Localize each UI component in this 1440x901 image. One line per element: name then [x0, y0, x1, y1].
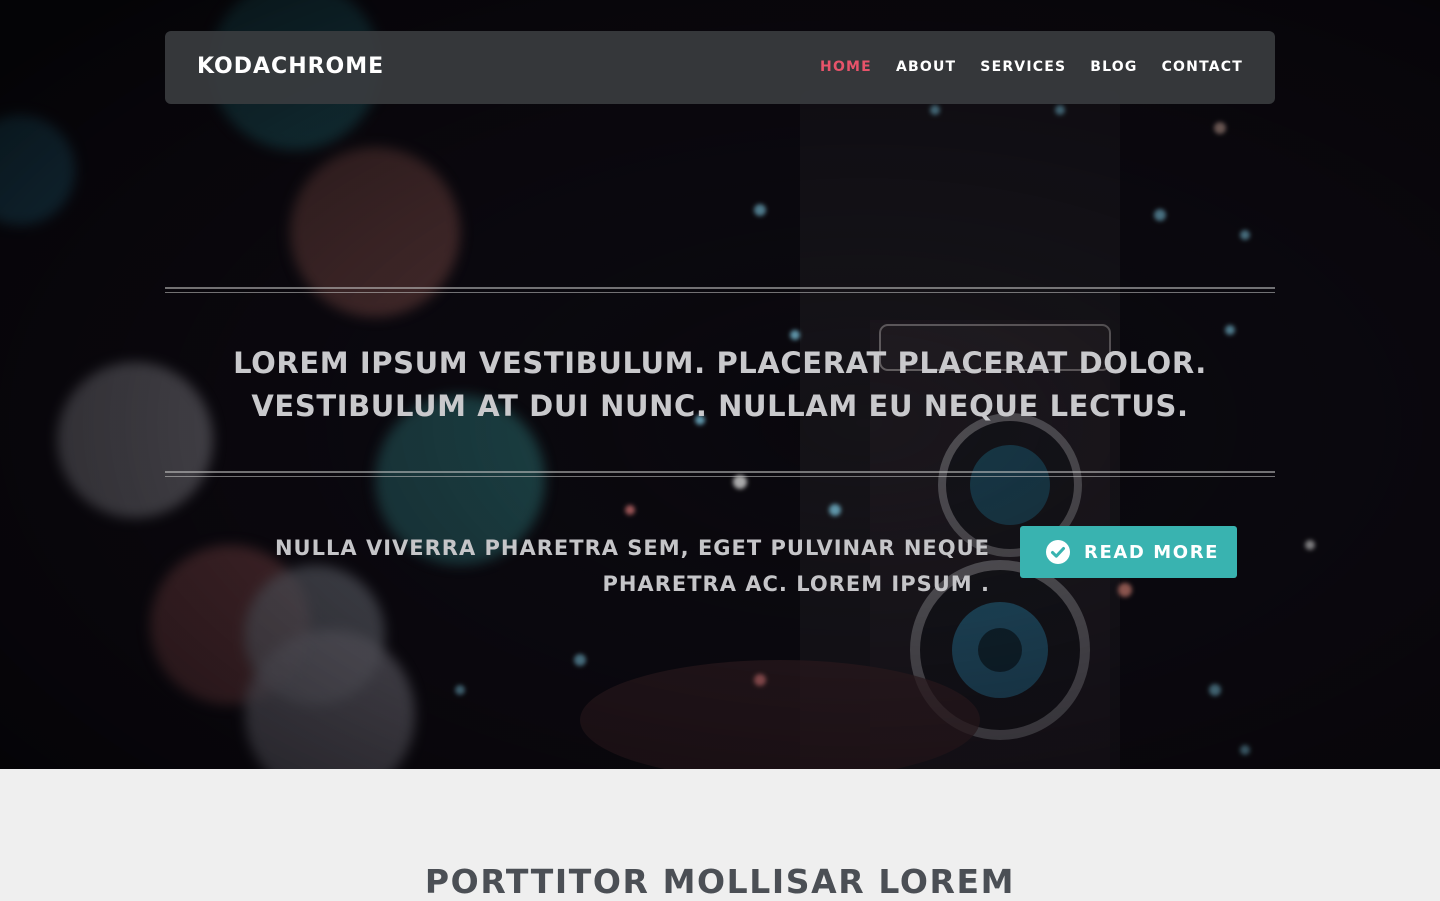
- hero-subtext-line1: NULLA VIVERRA PHARETRA SEM, EGET PULVINA…: [274, 536, 990, 560]
- divider-bottom: [165, 471, 1275, 477]
- hero-subtext-line2: PHARETRA AC. LOREM IPSUM .: [602, 572, 990, 596]
- hero-subtext: NULLA VIVERRA PHARETRA SEM, EGET PULVINA…: [230, 530, 990, 602]
- divider-top: [165, 287, 1275, 293]
- nav-link-services[interactable]: SERVICES: [980, 59, 1066, 75]
- section-title: PORTTITOR MOLLISAR LOREM: [424, 862, 1016, 901]
- nav-link-blog[interactable]: BLOG: [1090, 59, 1137, 75]
- nav-link-contact[interactable]: CONTACT: [1162, 59, 1243, 75]
- check-circle-icon: [1046, 540, 1070, 564]
- navbar: KODACHROME HOME ABOUT SERVICES BLOG CONT…: [165, 31, 1275, 104]
- brand-logo[interactable]: KODACHROME: [197, 54, 384, 79]
- read-more-label: READ MORE: [1084, 541, 1220, 563]
- nav-menu: HOME ABOUT SERVICES BLOG CONTACT: [820, 59, 1243, 75]
- hero-headline-line1: LOREM IPSUM VESTIBULUM. PLACERAT PLACERA…: [233, 346, 1207, 380]
- hero-section: KODACHROME HOME ABOUT SERVICES BLOG CONT…: [0, 0, 1440, 769]
- read-more-button[interactable]: READ MORE: [1020, 526, 1237, 578]
- hero-headline-line2: VESTIBULUM AT DUI NUNC. NULLAM EU NEQUE …: [251, 389, 1189, 423]
- nav-link-home[interactable]: HOME: [820, 59, 872, 75]
- hero-headline: LOREM IPSUM VESTIBULUM. PLACERAT PLACERA…: [165, 342, 1275, 428]
- nav-link-about[interactable]: ABOUT: [896, 59, 956, 75]
